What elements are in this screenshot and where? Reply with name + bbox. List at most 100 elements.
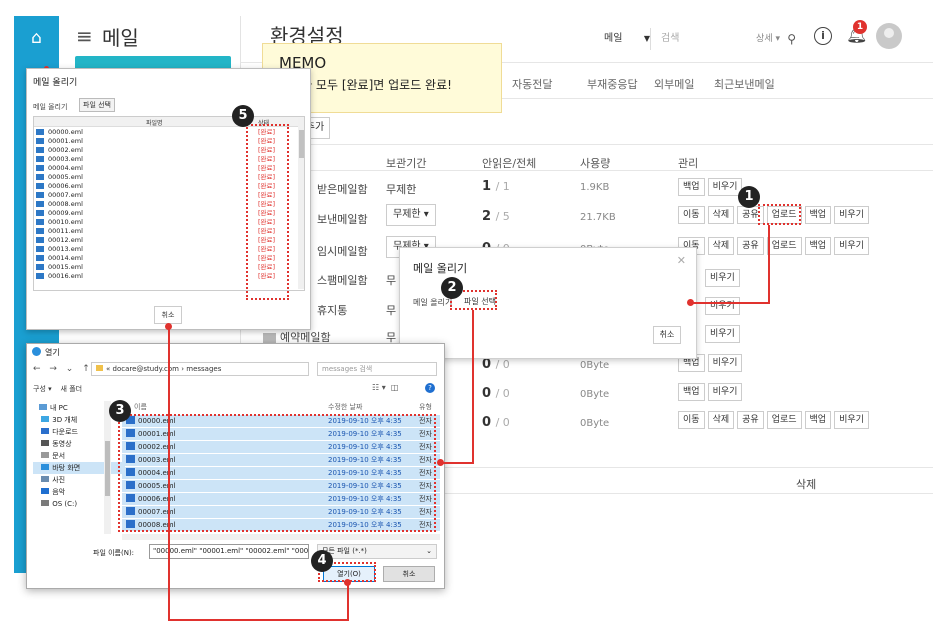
view-options-icon[interactable]: ☷ ▾ ◫ (372, 383, 398, 392)
scrollbar-thumb[interactable] (105, 441, 110, 496)
menu-icon[interactable]: ≡ (76, 24, 93, 48)
filetype-select[interactable]: 모든 파일 (*.*) ⌄ (317, 544, 437, 559)
close-icon[interactable]: ✕ (677, 254, 686, 267)
file-icon (36, 237, 44, 243)
folder-name[interactable]: 받은메일함 (317, 181, 368, 197)
tree-item[interactable]: 사진 (33, 474, 125, 486)
retention-select[interactable]: 무제한 ▾ (386, 204, 436, 226)
row-actions: 이동 삭제 공유 업로드 백업 비우기 (678, 237, 872, 256)
unread-value: 2 (482, 209, 492, 224)
file-icon (36, 183, 44, 189)
file-select-button[interactable]: 파일 선택 (79, 98, 115, 112)
file-name: 00005.eml (48, 173, 83, 181)
help-icon[interactable]: ? (425, 383, 435, 393)
home-icon[interactable]: ⌂ (14, 20, 59, 56)
empty-button[interactable]: 비우기 (707, 383, 743, 401)
tree-item[interactable]: OS (C:) (33, 498, 125, 510)
empty-button[interactable]: 비우기 (707, 178, 743, 196)
col-date[interactable]: 수정한 날짜 (328, 402, 362, 412)
upload-button[interactable]: 업로드 (766, 411, 802, 429)
usage-value: 1.9KB (580, 182, 610, 193)
list-scrollbar[interactable] (298, 118, 304, 289)
col-type[interactable]: 유형 (419, 402, 432, 412)
tree-item[interactable]: 바탕 화면 (33, 462, 125, 474)
delete-button[interactable]: 삭제 (707, 411, 735, 429)
file-icon (36, 246, 44, 252)
backup-button[interactable]: 백업 (804, 206, 832, 224)
row-actions: 백업 비우기 (678, 178, 745, 197)
cancel-button[interactable]: 취소 (154, 306, 182, 324)
backup-button[interactable]: 백업 (678, 178, 705, 196)
share-button[interactable]: 공유 (737, 237, 764, 255)
nav-buttons[interactable]: ← → ⌄ ↑ (33, 364, 93, 374)
tab-auto-forward[interactable]: 자동전달 (512, 76, 552, 92)
documents-icon (41, 452, 50, 458)
cancel-button[interactable]: 취소 (383, 566, 435, 582)
backup-button[interactable]: 백업 (804, 411, 832, 429)
empty-button[interactable]: 비우기 (705, 325, 740, 343)
folder-icon (96, 365, 103, 371)
empty-button[interactable]: 비우기 (707, 354, 743, 372)
new-folder-button[interactable]: 새 폴더 (61, 385, 83, 393)
empty-button[interactable]: 비우기 (705, 297, 740, 315)
tab-away-reply[interactable]: 부재중응답 (587, 76, 638, 92)
unread-count: 0 / 0 (482, 415, 510, 430)
filename-input[interactable]: "00000.eml" "00001.eml" "00002.eml" "000… (149, 544, 309, 559)
retention-value: 무 (386, 304, 397, 317)
empty-button[interactable]: 비우기 (834, 206, 869, 224)
file-name: 00008.eml (48, 200, 83, 208)
folder-name[interactable]: 스팸메일함 (317, 272, 368, 288)
delete-button[interactable]: 삭제 (707, 237, 735, 255)
upload-label: 메일 올리기 (33, 103, 68, 111)
avatar[interactable] (876, 23, 902, 49)
file-icon (36, 219, 44, 225)
connector-dot (344, 579, 351, 586)
folder-name[interactable]: 보낸메일함 (317, 211, 368, 227)
connector-dot (437, 459, 444, 466)
backup-button[interactable]: 백업 (678, 383, 705, 401)
desktop-icon (41, 464, 50, 470)
search-input[interactable]: 검색 상세 ▾ ⚲ (650, 28, 802, 50)
tab-external-mail[interactable]: 외부메일 (654, 76, 694, 92)
empty-button[interactable]: 비우기 (834, 411, 869, 429)
tree-item[interactable]: 문서 (33, 450, 125, 462)
tree-scrollbar[interactable] (104, 401, 111, 534)
file-name: 00000.eml (48, 128, 83, 136)
scrollbar-thumb[interactable] (299, 130, 304, 158)
usage-value: 21.7KB (580, 212, 616, 223)
info-icon[interactable]: i (814, 27, 832, 45)
tab-recent-sent[interactable]: 최근보낸메일 (714, 76, 775, 92)
dialog-title: 열기 (45, 348, 60, 357)
search-scope-select[interactable]: 메일 ▼ (598, 28, 650, 50)
search-input[interactable]: messages 검색 (317, 362, 437, 376)
search-icon[interactable]: ⚲ (787, 28, 796, 50)
advanced-search-button[interactable]: 상세 ▾ (756, 28, 780, 50)
folder-name[interactable]: 임시메일함 (317, 243, 368, 259)
empty-button[interactable]: 비우기 (834, 237, 869, 255)
col-manage: 관리 (678, 157, 699, 170)
col-retention: 보관기간 (386, 157, 427, 170)
tree-item-label: 동영상 (52, 440, 72, 448)
unread-count: 1 / 1 (482, 179, 510, 194)
empty-button[interactable]: 비우기 (705, 269, 740, 287)
organize-button[interactable]: 구성 ▾ (33, 385, 52, 393)
col-name[interactable]: 이름 (134, 402, 147, 412)
backup-button[interactable]: 백업 (804, 237, 832, 255)
address-bar[interactable]: « docare@study.com › messages (91, 362, 309, 376)
upload-button[interactable]: 업로드 (766, 237, 802, 255)
tree-item[interactable]: 다운로드 (33, 426, 125, 438)
delete-button[interactable]: 삭제 (707, 206, 735, 224)
row-actions: 이동 삭제 공유 업로드 백업 비우기 (678, 411, 872, 430)
file-name: 00016.eml (48, 272, 83, 280)
move-button[interactable]: 이동 (678, 206, 705, 224)
total-value: 0 (502, 358, 510, 371)
folder-name[interactable]: 휴지통 (317, 302, 347, 318)
highlight-upload-button (758, 204, 801, 225)
tree-item[interactable]: 음악 (33, 486, 125, 498)
move-button[interactable]: 이동 (678, 411, 705, 429)
total-value: 5 (502, 210, 510, 223)
tree-item[interactable]: 동영상 (33, 438, 125, 450)
share-button[interactable]: 공유 (737, 411, 764, 429)
cancel-button[interactable]: 취소 (653, 326, 681, 344)
step-badge-2: 2 (441, 277, 463, 299)
